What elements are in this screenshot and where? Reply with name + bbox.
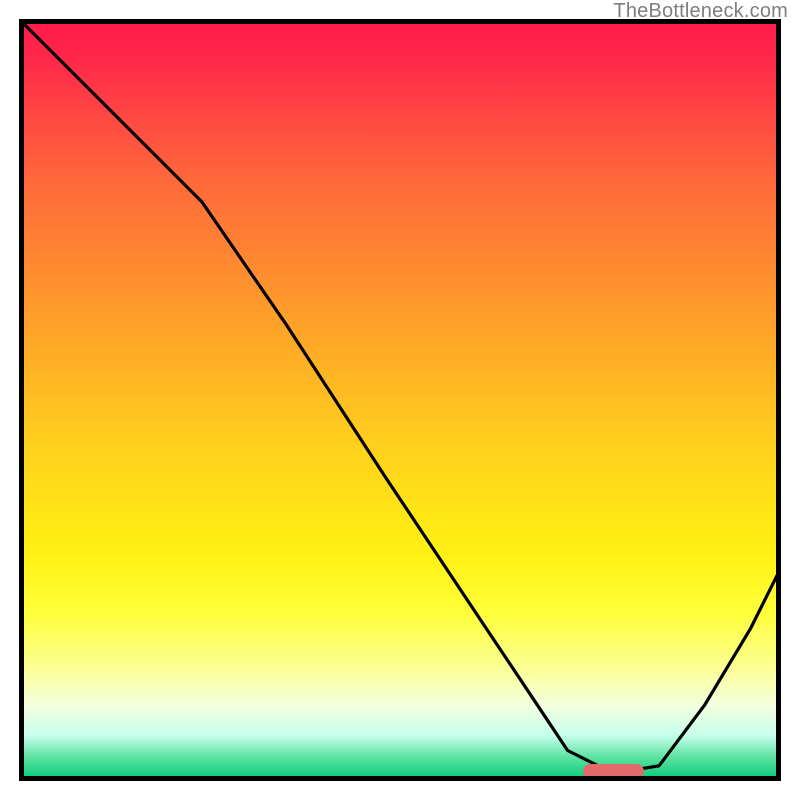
watermark-text: TheBottleneck.com <box>613 0 788 23</box>
chart-frame: TheBottleneck.com <box>0 0 800 800</box>
highlight-marker <box>583 764 644 779</box>
plot-area <box>19 19 781 781</box>
gradient-background <box>19 19 781 781</box>
